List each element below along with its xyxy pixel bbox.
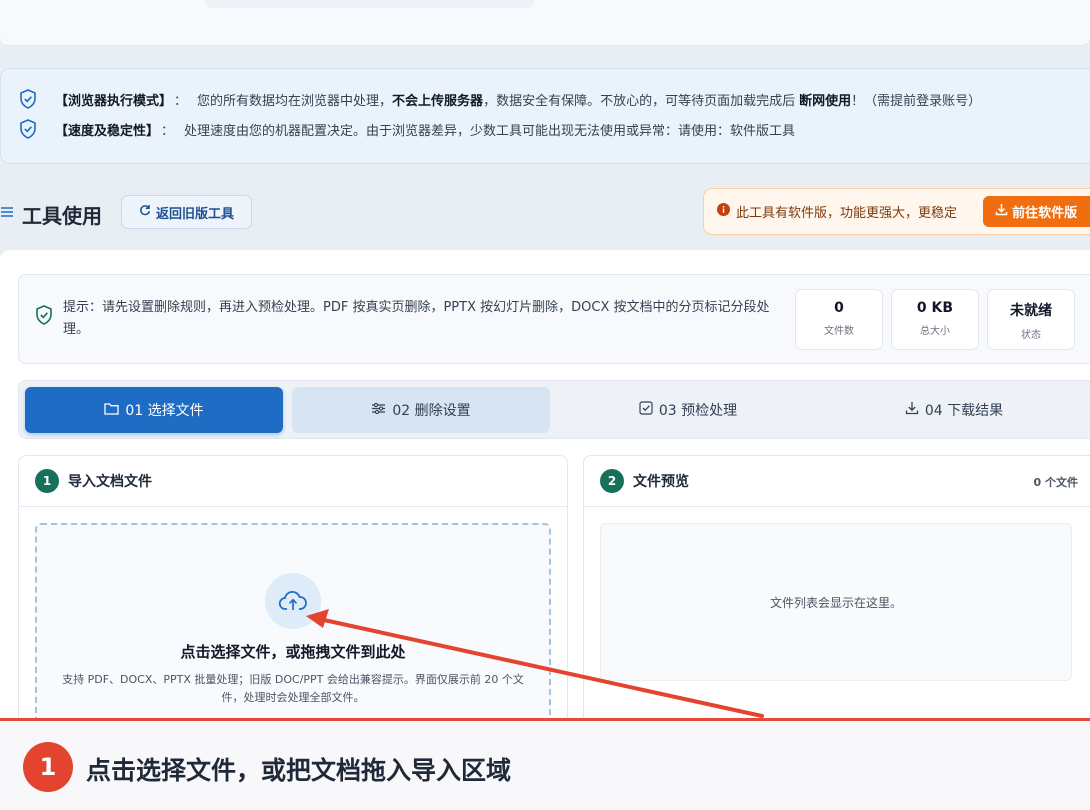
stat-value: 未就绪 (1010, 303, 1052, 319)
checkbox-icon (639, 401, 653, 419)
notice-text: ！（需提前登录账号） (851, 93, 982, 109)
step-tabs: 01 选择文件 02 删除设置 03 预检处理 04 下载结果 (18, 380, 1090, 439)
tab-label: 02 删除设置 (392, 403, 471, 419)
execution-notice: 【浏览器执行模式】 ： 您的所有数据均在浏览器中处理， 不会上传服务器 ，数据安… (0, 68, 1090, 164)
dropzone-hint: 支持 PDF、DOCX、PPTX 批量处理；旧版 DOC/PPT 会给出兼容提示… (62, 673, 524, 704)
stat-value: 0 KB (916, 300, 954, 316)
notice-line-browser-mode: 【浏览器执行模式】 ： 您的所有数据均在浏览器中处理， 不会上传服务器 ，数据安… (19, 84, 1090, 114)
top-strip (0, 0, 1090, 46)
stat-value: 0 (834, 300, 844, 316)
import-card-header: 1 导入文档文件 (19, 456, 567, 507)
cloud-upload-icon (265, 573, 321, 629)
notice-separator: ： (174, 93, 188, 109)
info-icon (717, 203, 730, 220)
annotation-caption: 1 点击选择文件，或把文档拖入导入区域 (0, 718, 1090, 810)
go-software-version-button[interactable]: 前往软件版 (983, 196, 1090, 227)
software-version-message: 此工具有软件版，功能更强大，更稳定 (704, 202, 983, 221)
file-dropzone[interactable]: 点击选择文件，或拖拽文件到此处 支持 PDF、DOCX、PPTX 批量处理；旧版… (35, 523, 551, 733)
notice-text: 处理速度由您的机器配置决定。由于浏览器差异，少数工具可能出现无法使用或异常：请使… (184, 123, 796, 139)
caption-step-number: 1 (23, 742, 73, 792)
tab-download-results[interactable]: 04 下载结果 (825, 387, 1083, 433)
notice-bold-offline: 断网使用 (799, 93, 852, 109)
shield-icon (19, 119, 41, 139)
preview-card: 2 文件预览 0 个文件 文件列表会显示在这里。 (583, 455, 1090, 735)
stat-status: 未就绪 状态 (987, 289, 1075, 350)
stat-file-count: 0 文件数 (795, 289, 883, 350)
dropzone-title: 点击选择文件，或拖拽文件到此处 (180, 643, 406, 661)
file-count-badge: 0 个文件 (1033, 476, 1078, 489)
menu-icon (0, 204, 14, 223)
import-card-title: 导入文档文件 (68, 474, 152, 490)
notice-line-speed: 【速度及稳定性】 ： 处理速度由您的机器配置决定。由于浏览器差异，少数工具可能出… (19, 114, 1090, 144)
notice-bold-no-upload: 不会上传服务器 (392, 93, 484, 109)
return-old-version-button[interactable]: 返回旧版工具 (121, 195, 252, 229)
tab-delete-settings[interactable]: 02 删除设置 (292, 387, 550, 433)
tip-card: 提示：请先设置删除规则，再进入预检处理。PDF 按真实页删除，PPTX 按幻灯片… (18, 274, 1090, 364)
notice-tag-speed: 【速度及稳定性】 (55, 123, 160, 139)
tab-label: 01 选择文件 (125, 403, 204, 419)
import-card: 1 导入文档文件 点击选择文件，或拖拽文件到此处 支持 PDF、DOCX、PPT… (18, 455, 568, 735)
tip-text: 提示：请先设置删除规则，再进入预检处理。PDF 按真实页删除，PPTX 按幻灯片… (63, 300, 770, 337)
stat-label: 文件数 (824, 326, 854, 337)
preview-card-title: 文件预览 (633, 474, 689, 490)
notice-separator: ： (161, 123, 175, 139)
file-list-placeholder: 文件列表会显示在这里。 (600, 523, 1072, 681)
software-version-banner: 此工具有软件版，功能更强大，更稳定 前往软件版 (703, 188, 1090, 235)
caption-text: 点击选择文件，或把文档拖入导入区域 (86, 756, 512, 785)
stat-label: 状态 (1021, 330, 1041, 341)
sliders-icon (371, 402, 386, 419)
tab-label: 03 预检处理 (658, 403, 738, 419)
download-icon (995, 203, 1008, 220)
stat-total-size: 0 KB 总大小 (891, 289, 979, 350)
notice-text: 您的所有数据均在浏览器中处理， (197, 93, 393, 109)
step-number-badge: 2 (600, 469, 624, 493)
folder-icon (104, 402, 120, 419)
return-old-version-label: 返回旧版工具 (155, 206, 234, 222)
shield-icon (19, 89, 41, 109)
empty-list-text: 文件列表会显示在这里。 (769, 595, 902, 610)
step-number-badge: 1 (35, 469, 59, 493)
tab-select-files[interactable]: 01 选择文件 (25, 387, 283, 433)
shield-icon (35, 305, 53, 329)
tab-label: 04 下载结果 (924, 403, 1004, 419)
go-software-version-label: 前往软件版 (1012, 206, 1078, 221)
section-header: 工具使用 返回旧版工具 此工具有软件版，功能更强大，更稳定 前往软件版 (0, 188, 1090, 236)
software-version-text: 此工具有软件版，功能更强大，更稳定 (736, 206, 958, 221)
top-strip-shade (205, 0, 535, 8)
refresh-icon (139, 204, 151, 220)
notice-text: ，数据安全有保障。不放心的，可等待页面加载完成后 (483, 93, 796, 109)
preview-card-header: 2 文件预览 0 个文件 (584, 456, 1090, 507)
notice-tag-browser-mode: 【浏览器执行模式】 (55, 93, 173, 109)
download-icon (905, 401, 919, 419)
tab-precheck[interactable]: 03 预检处理 (559, 387, 817, 433)
page-title: 工具使用 (22, 204, 102, 228)
stat-label: 总大小 (920, 326, 950, 337)
